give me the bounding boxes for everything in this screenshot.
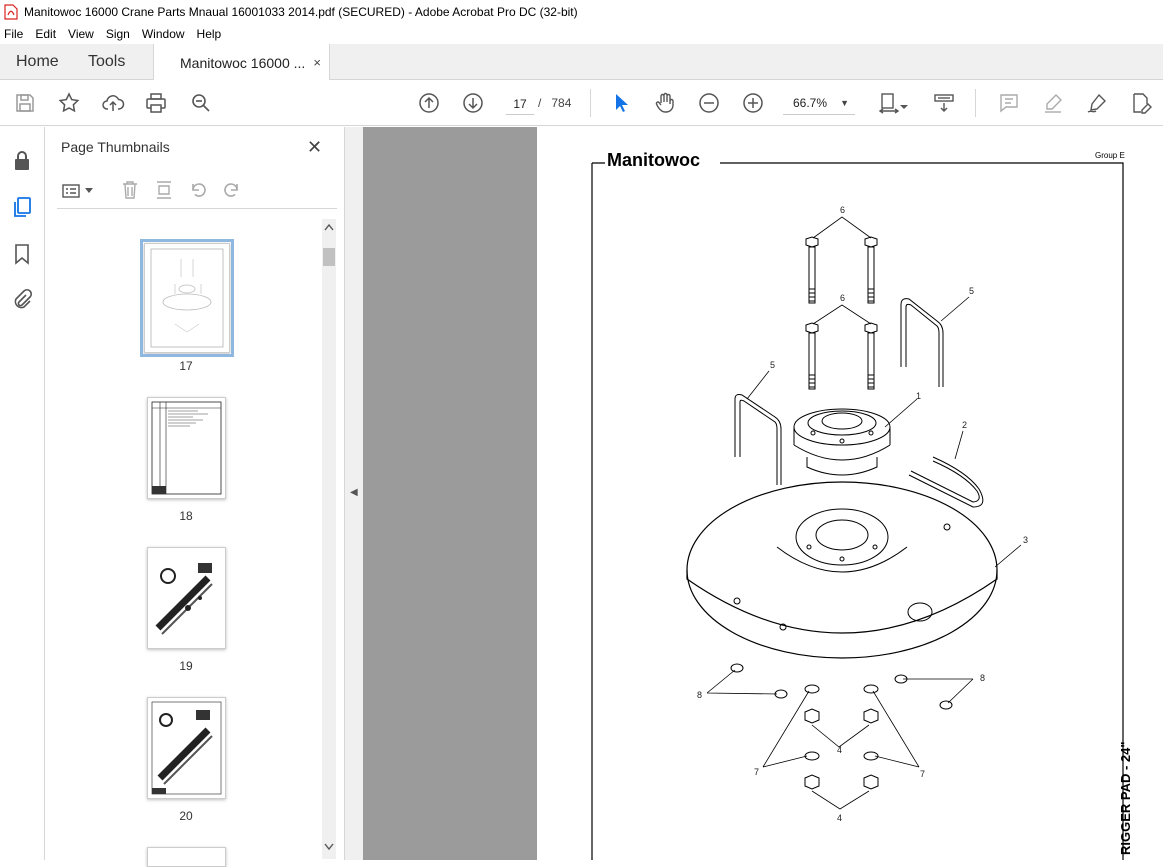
tab-close-icon[interactable]: × bbox=[313, 55, 321, 70]
page-count: / 784 bbox=[538, 96, 571, 110]
menu-view[interactable]: View bbox=[68, 27, 94, 41]
thumbnail-label-19: 19 bbox=[179, 659, 193, 673]
callout-7-right: 7 bbox=[920, 769, 926, 779]
comment-icon[interactable] bbox=[996, 90, 1022, 116]
scroll-up-icon[interactable] bbox=[324, 223, 334, 231]
page-group-label: Group E bbox=[1095, 151, 1125, 160]
zoom-out-icon[interactable] bbox=[696, 90, 722, 116]
delete-page-icon[interactable] bbox=[119, 179, 141, 201]
menu-bar: File Edit View Sign Window Help bbox=[0, 24, 1163, 44]
menu-edit[interactable]: Edit bbox=[35, 27, 56, 41]
thumbnail-page-19[interactable] bbox=[147, 547, 226, 649]
total-pages: 784 bbox=[551, 96, 572, 110]
bookmark-icon[interactable] bbox=[10, 242, 34, 266]
thumbnail-tools bbox=[57, 179, 337, 209]
callout-1: 1 bbox=[916, 391, 922, 401]
panel-collapse-bar[interactable]: ◀ bbox=[345, 127, 363, 860]
thumbnail-page-21[interactable] bbox=[147, 847, 226, 867]
scroll-mode-icon[interactable] bbox=[931, 90, 957, 116]
menu-help[interactable]: Help bbox=[197, 27, 222, 41]
thumbnail-label-18: 18 bbox=[179, 509, 193, 523]
extract-page-icon[interactable] bbox=[153, 179, 175, 201]
hand-tool-icon[interactable] bbox=[652, 90, 678, 116]
thumbnail-drawing-icon bbox=[151, 701, 222, 795]
callout-3: 3 bbox=[1023, 535, 1029, 545]
panel-close-icon[interactable]: ✕ bbox=[307, 137, 322, 158]
tab-bar: Home Tools Manitowoc 16000 ... × bbox=[0, 44, 1163, 81]
scrollbar-thumb[interactable] bbox=[323, 248, 335, 266]
tab-document-label: Manitowoc 16000 ... bbox=[180, 54, 306, 71]
thumbnail-page-20[interactable] bbox=[147, 697, 226, 799]
thumbnail-label-20: 20 bbox=[179, 809, 193, 823]
callout-4-lower: 4 bbox=[837, 813, 843, 823]
rotate-left-icon[interactable] bbox=[187, 179, 209, 201]
thumbnail-page-18[interactable] bbox=[147, 397, 226, 499]
acrobat-pdf-icon bbox=[4, 4, 18, 20]
left-navigation-rail bbox=[0, 127, 45, 860]
callout-2: 2 bbox=[962, 420, 968, 430]
window-title: Manitowoc 16000 Crane Parts Mnaual 16001… bbox=[24, 5, 578, 19]
page-brand: Manitowoc bbox=[607, 150, 700, 170]
callout-5-right: 5 bbox=[969, 286, 975, 296]
thumbnail-drawing-icon bbox=[150, 248, 224, 348]
rotate-right-icon[interactable] bbox=[221, 179, 243, 201]
callout-4-upper: 4 bbox=[837, 745, 843, 755]
collapse-arrow-icon[interactable]: ◀ bbox=[350, 487, 358, 498]
find-zoom-icon[interactable] bbox=[188, 90, 214, 116]
save-icon[interactable] bbox=[12, 90, 38, 116]
scroll-down-icon[interactable] bbox=[324, 843, 334, 851]
title-bar: Manitowoc 16000 Crane Parts Mnaual 16001… bbox=[0, 0, 1163, 24]
next-page-icon[interactable] bbox=[460, 90, 486, 116]
page-thumbnails-icon[interactable] bbox=[10, 195, 34, 219]
edit-pdf-icon[interactable] bbox=[1128, 90, 1154, 116]
sign-pen-icon[interactable] bbox=[1084, 90, 1110, 116]
callout-6-top: 6 bbox=[840, 205, 846, 215]
tab-document[interactable]: Manitowoc 16000 ... × bbox=[153, 44, 330, 81]
thumbnail-page-17[interactable] bbox=[140, 239, 234, 357]
menu-window[interactable]: Window bbox=[142, 27, 185, 41]
cloud-upload-icon[interactable] bbox=[100, 90, 126, 116]
page-number-input[interactable]: 17 bbox=[505, 91, 535, 115]
zoom-level-value: 66.7% bbox=[793, 96, 828, 110]
callout-8-right: 8 bbox=[980, 673, 986, 683]
page-fit-chevron-icon[interactable] bbox=[898, 94, 910, 120]
attachment-paperclip-icon[interactable] bbox=[10, 288, 34, 312]
highlight-pen-icon[interactable] bbox=[1040, 90, 1066, 116]
thumbnail-table-icon bbox=[151, 401, 222, 495]
page-separator: / bbox=[538, 96, 542, 110]
toolbar-divider bbox=[975, 89, 976, 117]
tab-tools[interactable]: Tools bbox=[88, 53, 125, 71]
zoom-level-select[interactable]: 66.7% ▼ bbox=[783, 91, 855, 115]
exploded-parts-drawing bbox=[591, 162, 1124, 860]
thumbnail-scrollbar[interactable] bbox=[322, 219, 336, 859]
callout-7-left: 7 bbox=[754, 767, 760, 777]
bookmark-star-icon[interactable] bbox=[56, 90, 82, 116]
lock-icon[interactable] bbox=[10, 149, 34, 173]
menu-sign[interactable]: Sign bbox=[106, 27, 130, 41]
previous-page-icon[interactable] bbox=[416, 90, 442, 116]
select-cursor-icon[interactable] bbox=[608, 90, 634, 116]
toolbar-divider bbox=[590, 89, 591, 117]
zoom-in-icon[interactable] bbox=[740, 90, 766, 116]
callout-8-left: 8 bbox=[697, 690, 703, 700]
thumbnail-drawing-icon bbox=[155, 563, 213, 635]
chevron-down-icon: ▼ bbox=[840, 98, 849, 108]
callout-6-lower: 6 bbox=[840, 293, 846, 303]
main-toolbar bbox=[0, 80, 1163, 126]
chevron-down-icon[interactable] bbox=[85, 188, 93, 194]
panel-title: Page Thumbnails bbox=[61, 139, 170, 155]
tab-home[interactable]: Home bbox=[16, 53, 59, 71]
page-side-title: RIGGER PAD - 24" bbox=[1118, 741, 1133, 855]
thumbnail-options-icon[interactable] bbox=[61, 181, 83, 201]
callout-5-left: 5 bbox=[770, 360, 776, 370]
thumbnail-label-17: 17 bbox=[179, 359, 193, 373]
print-icon[interactable] bbox=[143, 90, 169, 116]
menu-file[interactable]: File bbox=[4, 27, 23, 41]
